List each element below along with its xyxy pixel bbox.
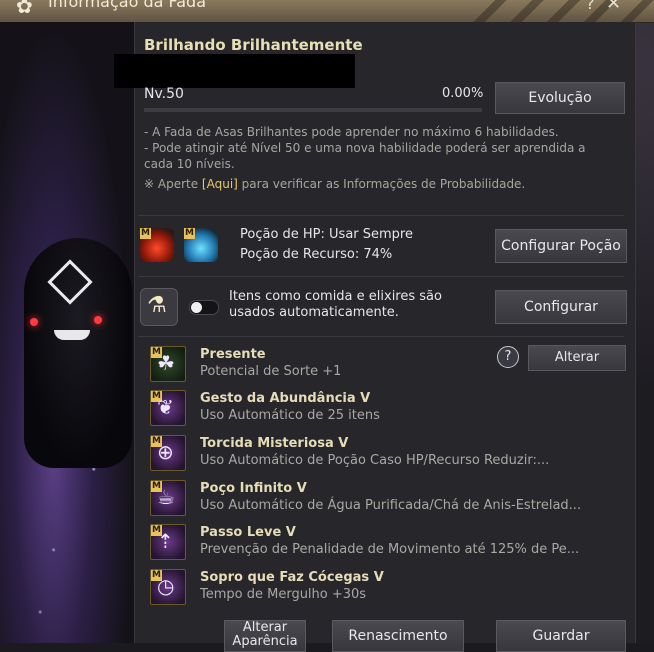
skill-name: Presente [200, 347, 266, 362]
skill-desc: Uso Automático de Água Purificada/Chá de… [200, 498, 582, 513]
fairy-portrait [24, 238, 132, 468]
info-line-3: cada 10 níveis. [144, 157, 235, 171]
potion-plus-icon: ⊕ [157, 440, 174, 464]
skill-icon-fairy[interactable]: M ❦ [150, 390, 186, 426]
change-appearance-button[interactable]: Alterar Aparência [224, 620, 306, 652]
toggle-knob [191, 302, 202, 313]
skill-desc: Uso Automático de Poção Caso HP/Recurso … [200, 453, 550, 468]
fairy-level: Nv.50 [144, 86, 184, 102]
fairy-mouth [54, 330, 90, 340]
exp-bar [144, 108, 482, 112]
mp-potion-icon[interactable]: M [184, 228, 218, 262]
alter-skill-button[interactable]: Alterar [528, 345, 626, 371]
change-appearance-label-1: Alterar [242, 620, 288, 635]
window-title: Informação da Fada [48, 0, 206, 11]
configure-potion-button[interactable]: Configurar Poção [495, 229, 627, 263]
mp-potion-setting: Poção de Recurso: 74% [240, 247, 393, 262]
skill-icon-weight[interactable]: M ⇡ [150, 524, 186, 560]
clover-icon: ☘ [157, 351, 175, 375]
divider [138, 336, 624, 337]
skill-icon-clover[interactable]: M ☘ [150, 346, 186, 382]
divider [138, 215, 624, 216]
manual-badge: M [140, 228, 151, 239]
fairy-icon: ❦ [157, 395, 174, 419]
skill-desc: Tempo de Mergulho +30s [200, 587, 367, 602]
change-appearance-label-2: Aparência [232, 634, 298, 649]
fairy-eye-right [94, 316, 102, 324]
timer-icon: ◷ [157, 574, 175, 598]
configure-food-button[interactable]: Configurar [495, 290, 627, 324]
evolution-button[interactable]: Evolução [495, 82, 625, 114]
window-titlebar[interactable]: ✿ Informação da Fada ? ✕ [0, 0, 654, 23]
skill-icon-potion[interactable]: M ⊕ [150, 435, 186, 471]
fairy-logo-icon: ✿ [16, 0, 33, 18]
manual-badge: M [184, 228, 195, 239]
food-elixir-icon: ⚗ [140, 288, 178, 326]
probability-note: ※ Aperte [Aqui] para verificar as Inform… [144, 176, 604, 192]
info-line-1: - A Fada de Asas Brilhantes pode aprende… [144, 125, 559, 139]
redacted-box [114, 54, 355, 88]
close-icon[interactable]: ✕ [606, 0, 621, 14]
skill-name: Torcida Misteriosa V [200, 436, 349, 451]
divider [138, 276, 624, 277]
help-icon[interactable]: ? [586, 0, 595, 13]
skill-desc: Prevenção de Penalidade de Movimento até… [200, 542, 580, 557]
skill-desc: Potencial de Sorte +1 [200, 364, 342, 379]
cup-icon: ☕ [157, 485, 175, 509]
probability-link[interactable]: [Aqui] [202, 177, 238, 191]
skill-icon-timer[interactable]: M ◷ [150, 569, 186, 605]
fairy-eye-left [30, 318, 38, 326]
skill-name: Passo Leve V [200, 525, 296, 540]
auto-use-toggle[interactable] [189, 300, 219, 315]
skill-name: Poço Infinito V [200, 481, 307, 496]
skill-name: Gesto da Abundância V [200, 391, 371, 406]
skill-icon-cup[interactable]: M ☕ [150, 480, 186, 516]
food-auto-use-text: Itens como comida e elixires são usados … [229, 289, 442, 320]
skill-desc: Uso Automático de 25 itens [200, 408, 380, 423]
note-prefix: ※ Aperte [144, 177, 202, 191]
info-line-2: - Pode atingir até Nível 50 e uma nova h… [144, 141, 586, 155]
fairy-name: Brilhando Brilhantemente [144, 36, 363, 54]
exp-percent: 0.00% [442, 86, 484, 101]
skills-help-icon[interactable]: ? [497, 346, 519, 368]
note-suffix: para verificar as Informações de Probabi… [237, 177, 526, 191]
hp-potion-setting: Poção de HP: Usar Sempre [240, 227, 413, 242]
fairy-emblem-icon [47, 259, 93, 305]
rebirth-button[interactable]: Renascimento [332, 620, 464, 652]
titlebar-decoration [470, 0, 654, 22]
weight-up-icon: ⇡ [157, 529, 174, 553]
skill-name: Sopro que Faz Cócegas V [200, 570, 384, 585]
store-button[interactable]: Guardar [496, 620, 626, 652]
hp-potion-icon[interactable]: M [140, 228, 174, 262]
